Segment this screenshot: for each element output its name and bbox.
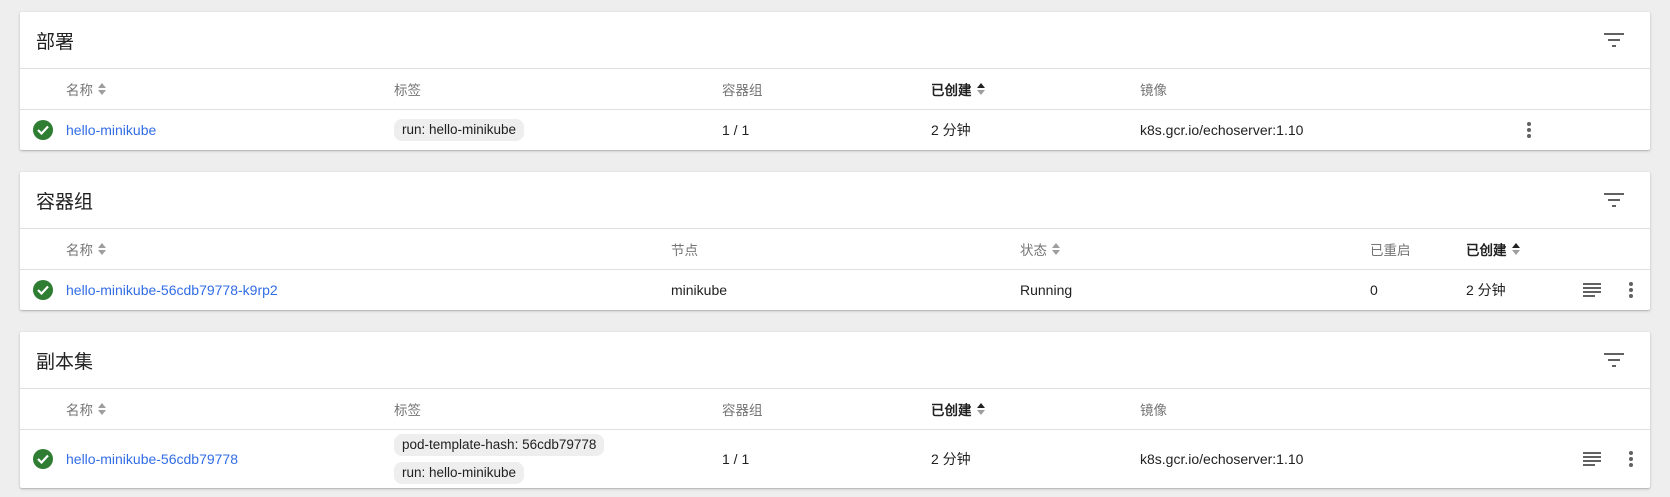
created-age: 2 分钟	[1466, 282, 1506, 298]
more-vert-icon[interactable]	[1619, 278, 1643, 302]
table-row: hello-minikube-56cdb79778 pod-template-h…	[20, 430, 1650, 488]
replicasets-card: 副本集 名称 标签 容器组 已创建 镜像 hello-minikube-56cd	[20, 332, 1650, 488]
replicasets-header: 副本集	[20, 332, 1650, 389]
sort-icon	[98, 243, 106, 255]
pod-status: Running	[1020, 282, 1073, 298]
deployments-header: 部署	[20, 12, 1650, 69]
replicasets-title: 副本集	[36, 351, 94, 373]
image-name: k8s.gcr.io/echoserver:1.10	[1140, 122, 1304, 138]
table-header-row: 名称 标签 容器组 已创建 镜像	[20, 69, 1650, 110]
filter-icon[interactable]	[1602, 28, 1626, 52]
label-chip: run: hello-minikube	[394, 119, 525, 141]
column-header-pods: 容器组	[722, 403, 763, 418]
column-header-labels: 标签	[394, 83, 421, 98]
column-header-created[interactable]: 已创建	[931, 389, 985, 429]
check-circle-icon	[33, 280, 53, 300]
deployments-card: 部署 名称 标签 容器组 已创建 镜像 hello-minikube run: …	[20, 12, 1650, 150]
more-vert-icon[interactable]	[1517, 118, 1541, 142]
deployments-title: 部署	[36, 31, 75, 53]
more-vert-icon[interactable]	[1619, 447, 1643, 471]
check-circle-icon	[33, 120, 53, 140]
pods-count: 1 / 1	[722, 451, 750, 467]
node-name: minikube	[671, 282, 728, 298]
created-age: 2 分钟	[931, 451, 971, 467]
table-row: hello-minikube-56cdb79778-k9rp2 minikube…	[20, 270, 1650, 310]
column-header-image: 镜像	[1140, 403, 1167, 418]
column-header-name[interactable]: 名称	[66, 229, 106, 269]
column-header-created[interactable]: 已创建	[1466, 229, 1520, 269]
column-header-restarts: 已重启	[1370, 243, 1411, 258]
table-header-row: 名称 节点 状态 已重启 已创建	[20, 229, 1650, 270]
deployment-name-link[interactable]: hello-minikube	[66, 110, 156, 150]
sort-icon	[98, 83, 106, 95]
sort-icon	[98, 403, 106, 415]
column-header-name[interactable]: 名称	[66, 389, 106, 429]
created-age: 2 分钟	[931, 122, 971, 138]
column-header-labels: 标签	[394, 403, 421, 418]
table-header-row: 名称 标签 容器组 已创建 镜像	[20, 389, 1650, 430]
column-header-created[interactable]: 已创建	[931, 69, 985, 109]
image-name: k8s.gcr.io/echoserver:1.10	[1140, 451, 1304, 467]
filter-icon[interactable]	[1602, 348, 1626, 372]
sort-icon	[1511, 243, 1520, 255]
filter-icon[interactable]	[1602, 188, 1626, 212]
sort-icon	[1052, 243, 1060, 255]
sort-icon	[976, 83, 985, 95]
pod-name-link[interactable]: hello-minikube-56cdb79778-k9rp2	[66, 270, 278, 310]
label-chip: pod-template-hash: 56cdb79778	[394, 434, 605, 456]
table-row: hello-minikube run: hello-minikube 1 / 1…	[20, 110, 1650, 150]
column-header-image: 镜像	[1140, 83, 1167, 98]
column-header-pods: 容器组	[722, 83, 763, 98]
pods-header: 容器组	[20, 172, 1650, 229]
replicaset-name-link[interactable]: hello-minikube-56cdb79778	[66, 430, 238, 488]
label-chip: run: hello-minikube	[394, 462, 525, 484]
pods-title: 容器组	[36, 191, 94, 213]
check-circle-icon	[33, 449, 53, 469]
sort-icon	[976, 403, 985, 415]
column-header-status[interactable]: 状态	[1020, 229, 1060, 269]
logs-icon[interactable]	[1580, 278, 1604, 302]
restart-count: 0	[1370, 282, 1378, 298]
pods-card: 容器组 名称 节点 状态 已重启 已创建 hello-minikube-56cd…	[20, 172, 1650, 310]
pods-count: 1 / 1	[722, 122, 750, 138]
column-header-node: 节点	[671, 243, 698, 258]
column-header-name[interactable]: 名称	[66, 69, 106, 109]
logs-icon[interactable]	[1580, 447, 1604, 471]
